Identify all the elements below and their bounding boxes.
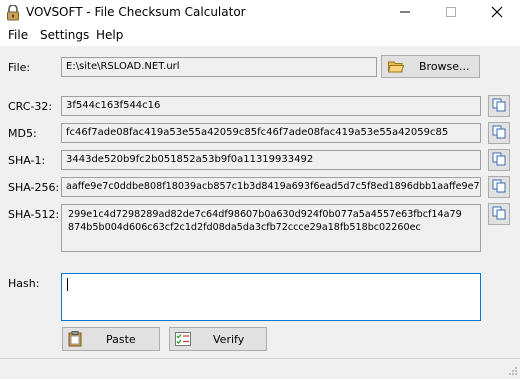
browse-button[interactable]: Browse... xyxy=(381,55,480,78)
hash-input[interactable] xyxy=(61,273,481,321)
clipboard-icon xyxy=(68,331,82,347)
hash-label: Hash: xyxy=(8,277,40,290)
copy-md5-button[interactable] xyxy=(488,122,510,144)
maximize-icon xyxy=(446,6,456,20)
close-button[interactable] xyxy=(474,0,520,26)
minimize-button[interactable] xyxy=(382,0,428,26)
menu-file[interactable]: File xyxy=(8,28,28,42)
verify-label: Verify xyxy=(213,332,245,346)
sha512-label: SHA-512: xyxy=(8,208,60,221)
copy-crc32-button[interactable] xyxy=(488,95,510,117)
menu-help[interactable]: Help xyxy=(96,28,123,42)
md5-field[interactable]: fc46f7ade08fac419a53e55a42059c85fc46f7ad… xyxy=(61,123,481,143)
browse-label: Browse... xyxy=(419,60,470,73)
sha512-field[interactable]: 299e1c4d7298289ad82de7c64df98607b0a630d9… xyxy=(61,204,481,252)
paste-label: Paste xyxy=(106,332,136,346)
text-caret xyxy=(67,278,68,291)
folder-icon xyxy=(388,60,404,73)
sha1-field[interactable]: 3443de520b9fc2b051852a53b9f0a11319933492 xyxy=(61,150,481,170)
checklist-icon xyxy=(175,332,191,346)
crc32-field[interactable]: 3f544c163f544c16 xyxy=(61,96,481,116)
copy-icon xyxy=(492,206,506,223)
sha256-field[interactable]: aaffe9e7c0ddbe808f18039acb857c1b3d8419a6… xyxy=(61,177,481,197)
copy-sha1-button[interactable] xyxy=(488,149,510,171)
file-label: File: xyxy=(8,61,31,74)
maximize-button[interactable] xyxy=(428,0,474,26)
copy-sha512-button[interactable] xyxy=(488,203,510,225)
lock-icon xyxy=(6,4,20,21)
md5-label: MD5: xyxy=(8,127,37,140)
window-title: VOVSOFT - File Checksum Calculator xyxy=(26,5,246,19)
status-bar xyxy=(0,358,520,378)
copy-sha256-button[interactable] xyxy=(488,176,510,198)
copy-icon xyxy=(492,179,506,196)
title-bar: VOVSOFT - File Checksum Calculator xyxy=(0,0,520,26)
paste-button[interactable]: Paste xyxy=(62,327,160,351)
crc32-label: CRC-32: xyxy=(8,100,53,113)
resize-grip-icon[interactable] xyxy=(508,366,518,376)
file-path-field[interactable]: E:\site\RSLOAD.NET.url xyxy=(61,57,377,77)
close-icon xyxy=(491,6,503,21)
menu-bar: File Settings Help xyxy=(0,26,520,46)
sha1-label: SHA-1: xyxy=(8,154,46,167)
sha256-label: SHA-256: xyxy=(8,181,60,194)
copy-icon xyxy=(492,98,506,115)
verify-button[interactable]: Verify xyxy=(169,327,267,351)
copy-icon xyxy=(492,152,506,169)
menu-settings[interactable]: Settings xyxy=(40,28,89,42)
minimize-icon xyxy=(400,7,410,20)
copy-icon xyxy=(492,125,506,142)
